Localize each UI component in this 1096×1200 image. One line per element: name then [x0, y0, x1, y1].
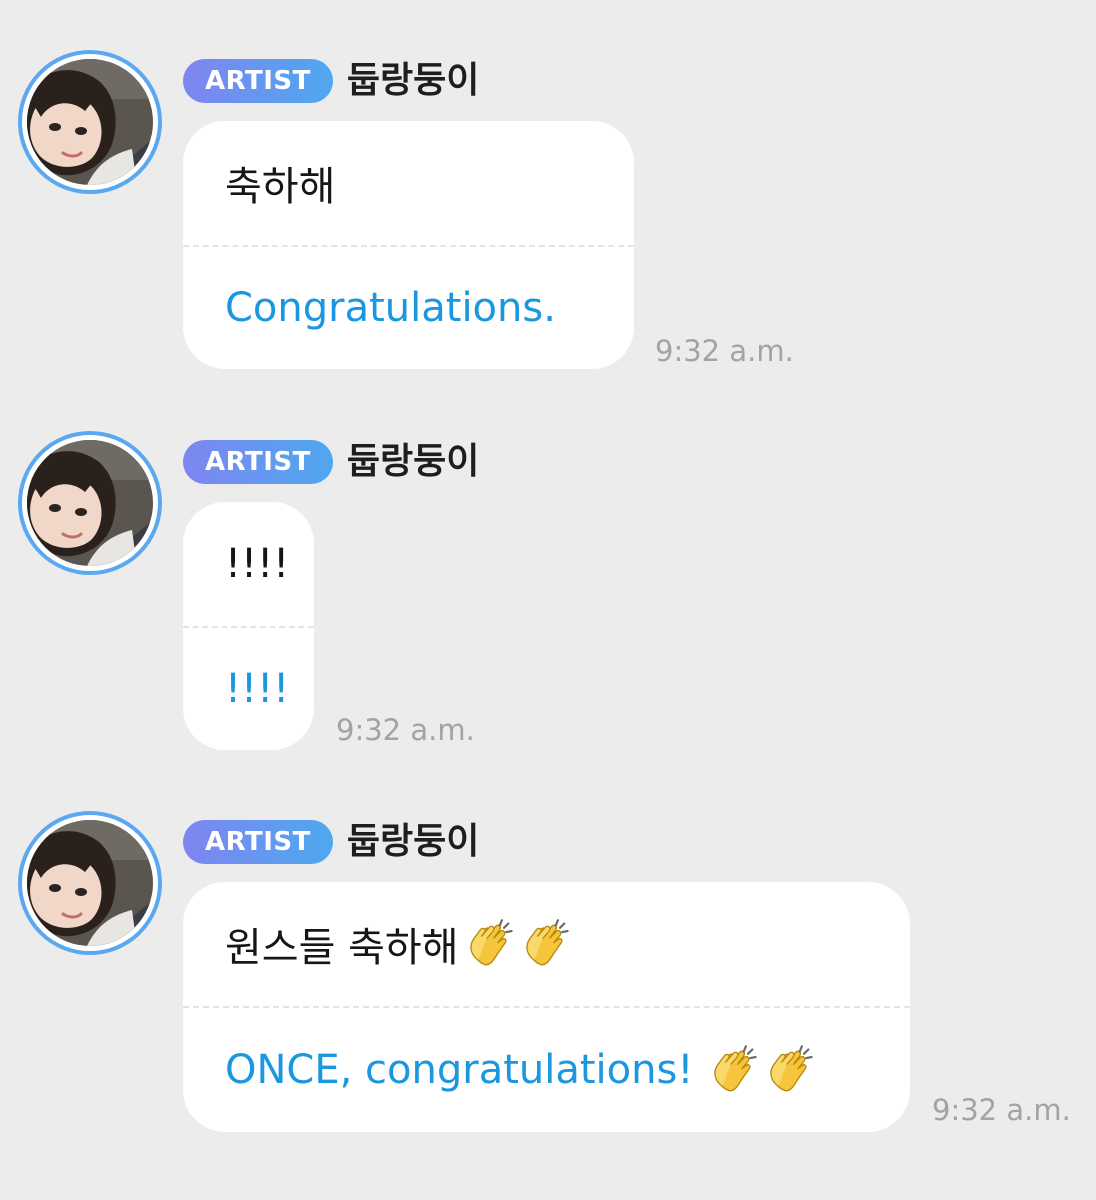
timestamp: 9:32 a.m.	[932, 1093, 1071, 1127]
avatar-photo	[27, 440, 153, 566]
artist-badge: ARTIST	[183, 820, 333, 864]
message-header: ARTIST 둡랑둥이	[183, 819, 479, 865]
message-header: ARTIST 둡랑둥이	[183, 58, 479, 104]
username[interactable]: 둡랑둥이	[347, 58, 479, 104]
artist-badge: ARTIST	[183, 59, 333, 103]
clapping-hands-icon	[463, 917, 517, 971]
artist-badge: ARTIST	[183, 440, 333, 484]
message-bubble[interactable]: !!!! !!!!	[183, 502, 314, 750]
translated-text: ONCE, congratulations!	[225, 1047, 694, 1093]
timestamp: 9:32 a.m.	[336, 713, 475, 747]
message-bubble[interactable]: 원스들 축하해 ONCE, congratulations!	[183, 882, 910, 1132]
avatar-photo	[27, 820, 153, 946]
avatar[interactable]	[18, 811, 162, 955]
timestamp: 9:32 a.m.	[655, 334, 794, 368]
clapping-hands-icon	[707, 1043, 761, 1097]
original-text: !!!!	[225, 541, 290, 587]
avatar[interactable]	[18, 431, 162, 575]
clapping-hands-icon	[519, 917, 573, 971]
username[interactable]: 둡랑둥이	[347, 439, 479, 485]
original-text: 축하해	[225, 164, 336, 210]
message-header: ARTIST 둡랑둥이	[183, 439, 479, 485]
original-text: 원스들 축하해	[225, 925, 459, 971]
translated-text: !!!!	[225, 666, 290, 712]
translated-text: Congratulations.	[225, 285, 556, 331]
avatar-photo	[27, 59, 153, 185]
clapping-hands-icon	[763, 1043, 817, 1097]
avatar[interactable]	[18, 50, 162, 194]
message-bubble[interactable]: 축하해 Congratulations.	[183, 121, 634, 369]
username[interactable]: 둡랑둥이	[347, 819, 479, 865]
